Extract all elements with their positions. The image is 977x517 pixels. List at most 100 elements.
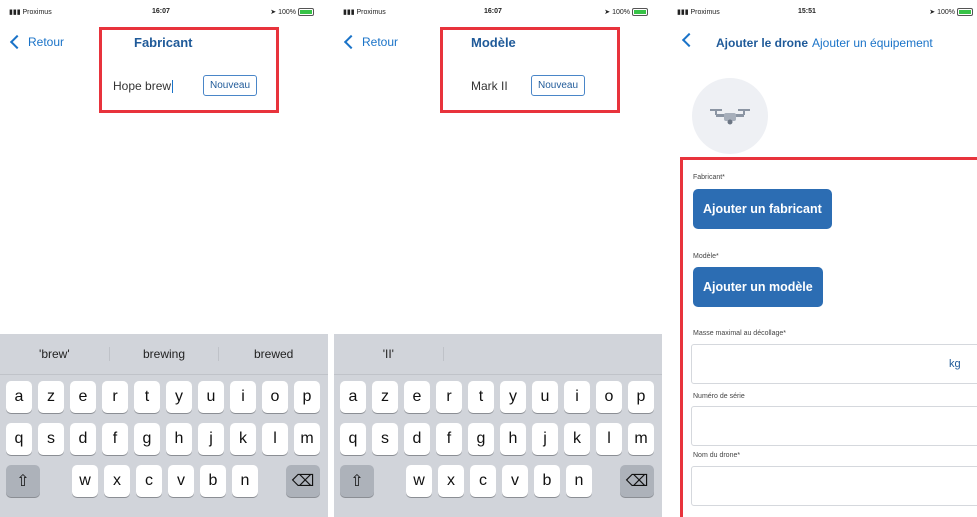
key-row-2: q s d f g h j k l m (334, 417, 662, 459)
key[interactable]: x (104, 465, 130, 497)
key[interactable]: f (102, 423, 128, 455)
add-manufacturer-button[interactable]: Ajouter un fabricant (693, 189, 832, 229)
key[interactable]: o (596, 381, 622, 413)
carrier-label: ▮▮▮ Proximus (9, 9, 52, 16)
key[interactable]: z (38, 381, 64, 413)
key[interactable]: x (438, 465, 464, 497)
key[interactable]: h (166, 423, 192, 455)
key[interactable]: s (38, 423, 64, 455)
serial-input[interactable] (691, 406, 977, 446)
model-input[interactable]: Mark II (471, 79, 508, 93)
key[interactable]: q (6, 423, 32, 455)
back-button[interactable]: Retour (9, 34, 64, 50)
key[interactable]: k (230, 423, 256, 455)
key[interactable]: l (262, 423, 288, 455)
key[interactable]: k (564, 423, 590, 455)
key[interactable]: m (294, 423, 320, 455)
key[interactable]: b (534, 465, 560, 497)
key[interactable]: v (168, 465, 194, 497)
battery-indicator: ➤ 100% (929, 8, 973, 17)
key[interactable]: c (470, 465, 496, 497)
carrier-label: ▮▮▮ Proximus (343, 9, 386, 16)
chevron-left-icon (343, 34, 359, 50)
key[interactable]: l (596, 423, 622, 455)
key[interactable]: u (532, 381, 558, 413)
key[interactable]: d (404, 423, 430, 455)
key[interactable]: o (262, 381, 288, 413)
key[interactable]: j (532, 423, 558, 455)
delete-icon: ⌫ (291, 473, 315, 490)
add-equipment-link[interactable]: Ajouter un équipement (812, 36, 933, 50)
drone-avatar[interactable] (692, 78, 768, 154)
key[interactable]: y (500, 381, 526, 413)
key[interactable]: t (134, 381, 160, 413)
key[interactable]: y (166, 381, 192, 413)
key[interactable]: e (70, 381, 96, 413)
suggestion-item[interactable]: 'II' (334, 347, 444, 361)
key[interactable]: g (468, 423, 494, 455)
delete-key[interactable]: ⌫ (286, 465, 320, 497)
suggestion-bar: 'II' (334, 334, 662, 375)
drone-icon (710, 109, 750, 125)
mass-input[interactable]: kg (691, 344, 977, 384)
key-row-1: a z e r t y u i o p (334, 375, 662, 417)
key[interactable]: w (72, 465, 98, 497)
key[interactable]: g (134, 423, 160, 455)
mass-unit: kg (949, 358, 961, 370)
carrier-label: ▮▮▮ Proximus (677, 9, 720, 16)
shift-key[interactable]: ⇧ (6, 465, 40, 497)
shift-key[interactable]: ⇧ (340, 465, 374, 497)
key[interactable]: v (502, 465, 528, 497)
key[interactable]: t (468, 381, 494, 413)
key[interactable]: i (230, 381, 256, 413)
key[interactable]: c (136, 465, 162, 497)
back-button[interactable]: Retour (343, 34, 399, 50)
key[interactable]: a (6, 381, 32, 413)
key[interactable]: w (406, 465, 432, 497)
drone-name-input[interactable] (691, 466, 977, 506)
status-bar: ▮▮▮ Proximus 16:07 ➤ 100% (0, 8, 328, 20)
add-model-button[interactable]: Ajouter un modèle (693, 267, 823, 307)
key[interactable]: p (294, 381, 320, 413)
key[interactable]: u (198, 381, 224, 413)
back-button[interactable] (681, 32, 697, 48)
suggestion-item[interactable]: brewed (219, 347, 328, 361)
text-cursor (172, 80, 174, 94)
manufacturer-input[interactable]: Hope brew (113, 79, 174, 94)
page-title: Fabricant (134, 35, 193, 50)
suggestion-item[interactable]: 'brew' (0, 347, 110, 361)
key[interactable]: r (436, 381, 462, 413)
key[interactable]: s (372, 423, 398, 455)
drone-form: Fabricant* Ajouter un fabricant Modèle* … (680, 157, 977, 517)
key[interactable]: a (340, 381, 366, 413)
key[interactable]: b (200, 465, 226, 497)
page-header: Ajouter le drone Ajouter un équipement (716, 36, 933, 50)
suggestion-item[interactable]: brewing (110, 347, 220, 361)
key[interactable]: r (102, 381, 128, 413)
screen-modele: ▮▮▮ Proximus 16:07 ➤ 100% Retour Modèle … (334, 0, 662, 517)
key-row-3: ⇧ w x c v b n ⌫ (0, 459, 328, 501)
key[interactable]: q (340, 423, 366, 455)
key[interactable]: d (70, 423, 96, 455)
key[interactable]: i (564, 381, 590, 413)
key-row-1: a z e r t y u i o p (0, 375, 328, 417)
key[interactable]: n (232, 465, 258, 497)
keyboard: 'brew' brewing brewed a z e r t y u i o … (0, 334, 328, 517)
battery-icon (957, 8, 973, 17)
key[interactable]: p (628, 381, 654, 413)
key[interactable]: j (198, 423, 224, 455)
shift-icon: ⇧ (16, 473, 30, 490)
key[interactable]: h (500, 423, 526, 455)
key-row-3: ⇧ w x c v b n ⌫ (334, 459, 662, 501)
key[interactable]: m (628, 423, 654, 455)
delete-key[interactable]: ⌫ (620, 465, 654, 497)
screen-fabricant: ▮▮▮ Proximus 16:07 ➤ 100% Retour Fabrica… (0, 0, 328, 517)
key-row-2: q s d f g h j k l m (0, 417, 328, 459)
new-button[interactable]: Nouveau (203, 75, 258, 96)
key[interactable]: z (372, 381, 398, 413)
back-label: Retour (362, 35, 399, 49)
key[interactable]: f (436, 423, 462, 455)
key[interactable]: e (404, 381, 430, 413)
key[interactable]: n (566, 465, 592, 497)
new-button[interactable]: Nouveau (531, 75, 586, 96)
